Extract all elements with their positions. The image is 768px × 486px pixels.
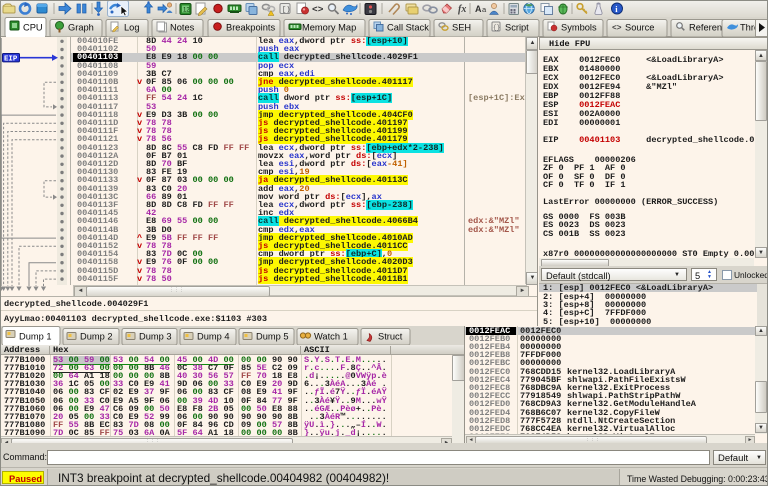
svg-text:A: A [475, 4, 482, 14]
svg-text:Memory Map: Memory Map [302, 23, 356, 33]
svg-text:[): [) [282, 7, 290, 15]
svg-text:Notes: Notes [170, 23, 195, 33]
svg-text:fx: fx [458, 4, 466, 15]
svg-text:Dump 3: Dump 3 [139, 332, 172, 342]
svg-text:a: a [482, 5, 487, 14]
svg-text:Dump 4: Dump 4 [197, 332, 230, 342]
svg-text:Breakpoints: Breakpoints [226, 23, 275, 33]
svg-text:EIP: EIP [4, 56, 18, 64]
svg-text:Symbols: Symbols [561, 23, 597, 33]
svg-text:CPU: CPU [23, 23, 43, 33]
svg-text:<>: <> [612, 24, 622, 33]
svg-text:Script: Script [505, 23, 529, 33]
svg-text:Watch 1: Watch 1 [314, 332, 348, 342]
svg-text:Call Stack: Call Stack [387, 23, 429, 33]
svg-text:{}: {} [493, 24, 500, 31]
svg-text:<>: <> [312, 4, 324, 15]
svg-text:SEH: SEH [452, 23, 471, 33]
svg-text:Dump 1: Dump 1 [19, 332, 52, 342]
svg-text:Dump 5: Dump 5 [256, 332, 289, 342]
svg-text:Struct: Struct [378, 332, 403, 342]
svg-text:Source: Source [625, 23, 654, 33]
svg-text:12: 12 [183, 8, 190, 14]
svg-text:Graph: Graph [68, 23, 94, 33]
svg-text:Log: Log [124, 23, 140, 33]
svg-text:Dump 2: Dump 2 [80, 332, 113, 342]
